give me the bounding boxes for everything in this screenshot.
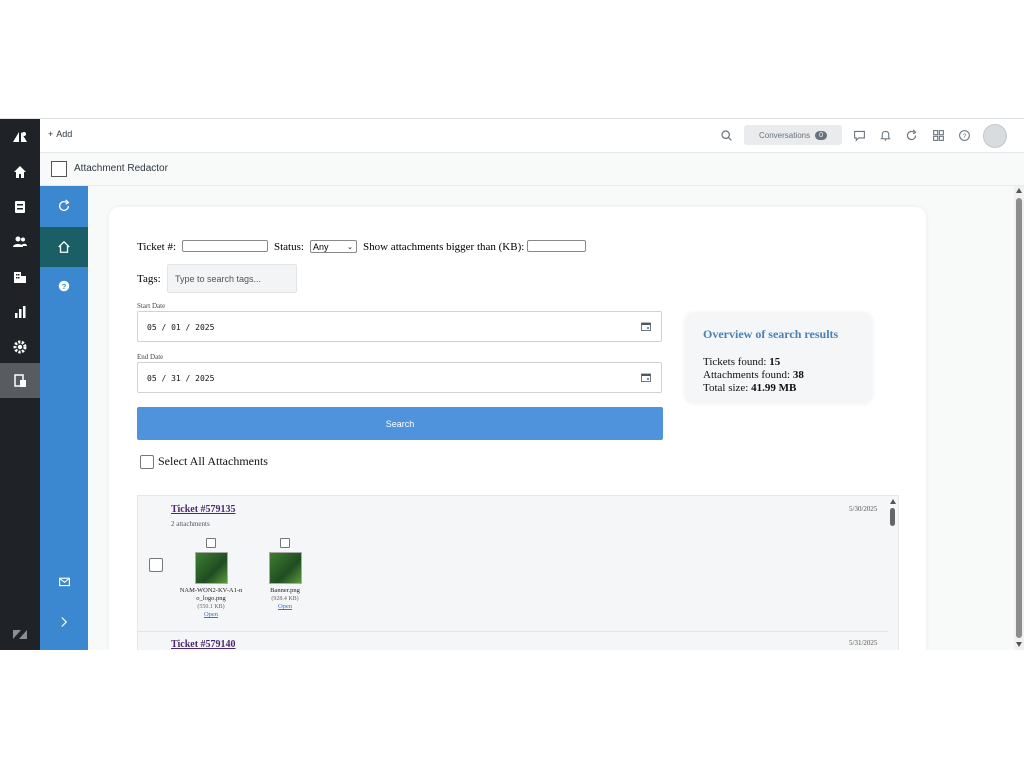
inbox-icon[interactable] xyxy=(0,189,40,224)
start-date-label: Start Date xyxy=(137,302,166,310)
ticket-select-checkbox[interactable] xyxy=(149,558,163,572)
attachment-open-link[interactable]: Open xyxy=(250,603,320,611)
attachment-checkbox[interactable] xyxy=(206,538,216,548)
total-size: Total size: 41.99 MB xyxy=(703,382,797,394)
zendesk-bottom-icon[interactable] xyxy=(0,616,40,650)
apps-icon[interactable] xyxy=(0,363,40,398)
sidebar-chevron-right-icon[interactable] xyxy=(40,602,88,642)
users-icon[interactable] xyxy=(0,224,40,259)
attachment-size: (928.4 KB) xyxy=(271,596,299,602)
page-scroll-thumb[interactable] xyxy=(1016,198,1022,638)
attachment-open-link[interactable]: Open xyxy=(176,611,246,619)
calendar-icon[interactable] xyxy=(641,322,651,331)
grid-icon[interactable] xyxy=(930,127,946,143)
add-button[interactable]: + Add xyxy=(48,129,72,139)
page-scroll-down-icon[interactable] xyxy=(1016,642,1022,647)
search-card: Ticket #: Status: Any ⌄ Show attachments… xyxy=(109,207,926,650)
size-threshold-label: Show attachments bigger than (KB): xyxy=(363,241,525,253)
start-date-input[interactable]: 05 / 01 / 2025 xyxy=(137,311,662,342)
chevron-down-icon: ⌄ xyxy=(347,242,353,251)
search-icon[interactable] xyxy=(718,127,734,143)
attachment-size: (550.1 KB) xyxy=(197,604,225,610)
page-scroll-up-icon[interactable] xyxy=(1016,188,1022,193)
chat-icon[interactable] xyxy=(851,127,867,143)
attachment-thumbnail[interactable] xyxy=(268,552,302,584)
status-label: Status: xyxy=(274,241,304,253)
results-list[interactable]: Ticket #579135 2 attachments 5/30/2025 N… xyxy=(137,495,899,650)
attachment-filename: Banner.png xyxy=(270,587,300,594)
scroll-up-arrow-icon[interactable] xyxy=(890,499,896,504)
attachment-count: 2 attachments xyxy=(171,520,210,528)
zendesk-logo-icon[interactable] xyxy=(0,119,40,154)
tags-input[interactable]: Type to search tags... xyxy=(167,264,297,293)
overview-panel: Overview of search results Tickets found… xyxy=(685,313,872,403)
app-sidebar: ? xyxy=(40,186,88,650)
ticket-divider xyxy=(138,631,888,632)
sidebar-home-icon[interactable] xyxy=(40,227,88,267)
svg-text:?: ? xyxy=(962,132,966,139)
end-date-input[interactable]: 05 / 31 / 2025 xyxy=(137,362,662,393)
results-scrollbar[interactable] xyxy=(888,496,898,650)
attachment-filename: NAM-WON2-KV-A1-n o_logo.png xyxy=(179,587,243,602)
app-title: Attachment Redactor xyxy=(74,163,168,174)
reports-icon[interactable] xyxy=(0,294,40,329)
global-nav xyxy=(0,119,40,650)
ticket-date: 5/31/2025 xyxy=(849,639,878,647)
attachments-found: Attachments found: 38 xyxy=(703,369,804,381)
help-icon[interactable]: ? xyxy=(956,127,972,143)
user-avatar[interactable] xyxy=(983,124,1007,148)
tickets-found: Tickets found: 15 xyxy=(703,356,781,368)
attachment-item: NAM-WON2-KV-A1-n o_logo.png (550.1 KB) O… xyxy=(176,538,246,619)
results-scroll-thumb[interactable] xyxy=(890,508,895,526)
end-date-label: End Date xyxy=(137,353,164,361)
overview-title: Overview of search results xyxy=(703,327,839,341)
main-content: Ticket #: Status: Any ⌄ Show attachments… xyxy=(88,186,1014,650)
ticket-label: Ticket #: xyxy=(137,241,177,253)
app-logo-icon xyxy=(51,161,67,177)
organizations-icon[interactable] xyxy=(0,259,40,294)
ticket-input[interactable] xyxy=(182,240,268,252)
app-title-bar: Attachment Redactor xyxy=(40,153,1024,186)
app-window: + Add Conversations 0 ? Attachment Redac… xyxy=(0,118,1024,650)
size-threshold-input[interactable] xyxy=(527,240,586,252)
sidebar-refresh-icon[interactable] xyxy=(40,186,88,226)
select-all-label: Select All Attachments xyxy=(158,454,268,468)
calendar-icon[interactable] xyxy=(641,373,651,382)
select-all-checkbox[interactable] xyxy=(140,455,154,469)
bell-icon[interactable] xyxy=(877,127,893,143)
page-scrollbar[interactable] xyxy=(1014,186,1024,650)
plus-icon: + xyxy=(48,129,54,139)
search-button[interactable]: Search xyxy=(137,407,663,440)
home-icon[interactable] xyxy=(0,154,40,189)
attachment-checkbox[interactable] xyxy=(280,538,290,548)
top-bar: + Add Conversations 0 ? xyxy=(40,119,1024,153)
svg-text:?: ? xyxy=(62,282,67,291)
sidebar-help-icon[interactable]: ? xyxy=(40,266,88,306)
conversations-button[interactable]: Conversations 0 xyxy=(744,125,842,145)
attachment-item: Banner.png (928.4 KB) Open xyxy=(250,538,320,611)
tags-label: Tags: xyxy=(137,273,161,285)
settings-icon[interactable] xyxy=(0,329,40,364)
ticket-link[interactable]: Ticket #579135 xyxy=(171,504,236,515)
refresh-icon[interactable] xyxy=(903,127,919,143)
status-select[interactable]: Any ⌄ xyxy=(310,240,357,253)
sidebar-mail-icon[interactable] xyxy=(40,561,88,601)
ticket-date: 5/30/2025 xyxy=(849,505,878,513)
attachment-thumbnail[interactable] xyxy=(194,552,228,584)
conversations-count-badge: 0 xyxy=(815,130,828,140)
ticket-link[interactable]: Ticket #579140 xyxy=(171,639,236,650)
